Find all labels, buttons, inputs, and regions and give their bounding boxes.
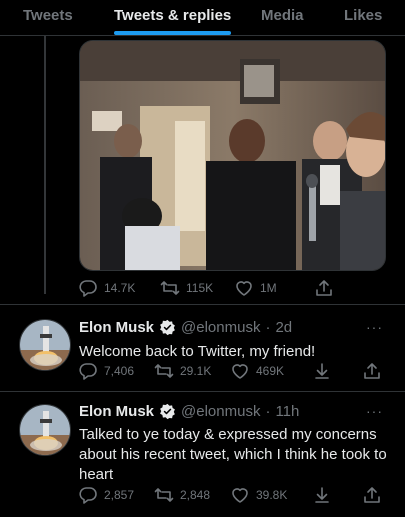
thread-connector-line [44,36,46,294]
more-icon[interactable]: ··· [366,403,383,419]
separator-dot: · [265,319,271,336]
like-button[interactable]: 469K [230,361,284,381]
reply-icon [79,363,97,380]
author-name[interactable]: Elon Musk [79,319,154,336]
separator-dot: · [265,403,271,420]
retweet-icon [154,488,174,502]
like-icon [232,364,248,379]
retweet-icon [160,281,180,295]
tab-likes[interactable]: Likes [344,7,382,24]
tweet-actions: 2,857 2,848 39.8K [78,485,388,505]
like-icon [236,281,252,296]
author-handle[interactable]: @elonmusk [181,403,260,420]
reply-icon [79,487,97,504]
reply-count: 14.7K [104,281,136,295]
reply-count: 2,857 [104,488,135,502]
download-icon [315,363,329,379]
verified-badge-icon [160,319,175,336]
verified-badge-icon [160,403,175,420]
tab-tweets[interactable]: Tweets [23,7,73,24]
like-count: 469K [256,364,285,378]
avatar[interactable] [19,319,71,371]
tweet-header: Elon Musk @elonmusk · 2d [79,319,292,336]
tweet-text: Welcome back to Twitter, my friend! [79,343,316,360]
retweet-icon [154,364,174,378]
share-button[interactable] [362,361,382,381]
download-icon [315,487,329,503]
share-icon [364,487,380,503]
like-count: 39.8K [256,488,288,502]
tab-tweets-and-replies[interactable]: Tweets & replies [114,7,231,24]
tweet-timestamp[interactable]: 11h [275,403,299,420]
like-button[interactable]: 1M [234,278,277,298]
tweet-text: Talked to ye today & expressed my concer… [79,426,387,483]
reply-icon [79,280,97,297]
retweet-button[interactable]: 29.1K [154,361,211,381]
media-post-actions: 14.7K 115K 1M [78,278,378,298]
retweet-button[interactable]: 115K [160,278,213,298]
tweet-header: Elon Musk @elonmusk · 11h [79,403,299,420]
download-button[interactable] [312,361,332,381]
profile-tabs: Tweets Tweets & replies Media Likes [0,0,405,36]
more-icon[interactable]: ··· [366,319,383,335]
retweet-count: 115K [186,281,214,295]
author-handle[interactable]: @elonmusk [181,319,260,336]
reply-button[interactable]: 7,406 [78,361,134,381]
tab-media[interactable]: Media [261,7,304,24]
author-name[interactable]: Elon Musk [79,403,154,420]
like-icon [232,488,248,503]
retweet-count: 2,848 [180,488,211,502]
download-button[interactable] [312,485,332,505]
tweet-photo[interactable] [79,40,386,271]
share-button[interactable] [314,278,334,298]
retweet-count: 29.1K [180,364,212,378]
like-count: 1M [260,281,277,295]
active-tab-indicator [114,31,231,35]
share-icon [316,280,332,296]
tweet-timestamp[interactable]: 2d [275,319,292,336]
like-button[interactable]: 39.8K [230,485,287,505]
reply-button[interactable]: 14.7K [78,278,135,298]
retweet-button[interactable]: 2,848 [154,485,210,505]
share-icon [364,363,380,379]
tweet-actions: 7,406 29.1K 469K [78,361,388,381]
avatar[interactable] [19,404,71,456]
reply-button[interactable]: 2,857 [78,485,134,505]
share-button[interactable] [362,485,382,505]
reply-count: 7,406 [104,364,135,378]
